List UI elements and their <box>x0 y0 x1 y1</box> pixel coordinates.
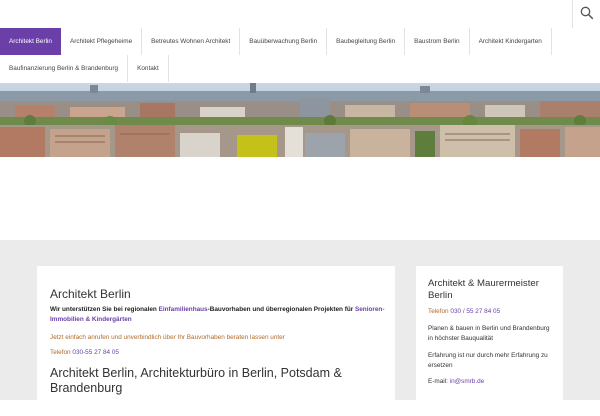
sidebar-card: Architekt & Maurermeister Berlin Telefon… <box>416 266 563 416</box>
sidebar-phone: Telefon 030 / 55 27 84 05 <box>428 308 500 315</box>
call-to-action-text: Jetzt einfach anrufen und unverbindlich … <box>50 334 285 341</box>
search-button[interactable] <box>572 0 600 28</box>
nav-row-1: Architekt Berlin Architekt Pflegeheime B… <box>0 28 565 55</box>
sidebar-title: Architekt & Maurermeister Berlin <box>428 278 539 301</box>
nav-item-baufinanzierung[interactable]: Baufinanzierung Berlin & Brandenburg <box>0 55 129 82</box>
city-panorama-image <box>0 83 600 157</box>
sidebar-text-quality: Planen & bauen in Berlin und Brandenburg… <box>428 325 550 342</box>
main-heading: Architekt Berlin, Architekturbüro in Ber… <box>50 366 342 395</box>
nav-item-architekt-pflegeheime[interactable]: Architekt Pflegeheime <box>61 28 143 55</box>
intro-pre: Wir unterstützen Sie bei regionalen <box>50 306 159 313</box>
sidebar-email: E-mail: in@smrb.de <box>428 378 484 385</box>
sidebar-phone-label: Telefon <box>428 308 449 315</box>
nav-item-architekt-berlin[interactable]: Architekt Berlin <box>0 28 61 55</box>
phone-label: Telefon <box>50 349 71 356</box>
nav-item-betreutes-wohnen[interactable]: Betreutes Wohnen Architekt <box>142 28 241 55</box>
nav-item-bauueberwachung[interactable]: Bauüberwachung Berlin <box>240 28 328 55</box>
content-area: Architekt Berlin Wir unterstützen Sie be… <box>0 240 600 416</box>
nav-item-baubegleitung[interactable]: Baubegleitung Berlin <box>327 28 406 55</box>
main-card: Architekt Berlin Wir unterstützen Sie be… <box>37 266 395 416</box>
nav-item-architekt-kindergarten[interactable]: Architekt Kindergarten <box>470 28 552 55</box>
search-icon <box>580 6 594 20</box>
intro-mid: -Bauvorhaben und überregionalen Projekte… <box>207 306 355 313</box>
site-header: Architekt Berlin Architekt Pflegeheime B… <box>0 0 600 83</box>
einfamilienhaus-link[interactable]: Einfamilienhaus <box>159 306 208 313</box>
sidebar-phone-number-link[interactable]: 030 / 55 27 84 05 <box>450 308 500 315</box>
sidebar-email-link[interactable]: in@smrb.de <box>450 378 485 385</box>
main-navigation: Architekt Berlin Architekt Pflegeheime B… <box>0 28 565 82</box>
sidebar-text-experience: Erfahrung ist nur durch mehr Erfahrung z… <box>428 352 548 369</box>
nav-item-baustrom[interactable]: Baustrom Berlin <box>405 28 470 55</box>
nav-row-2: Baufinanzierung Berlin & Brandenburg Kon… <box>0 55 565 82</box>
nav-item-kontakt[interactable]: Kontakt <box>128 55 169 82</box>
intro-text: Wir unterstützen Sie bei regionalen Einf… <box>50 305 385 325</box>
page-title: Architekt Berlin <box>50 287 131 301</box>
phone-line: Telefon 030-55 27 84 05 <box>50 349 119 356</box>
sidebar-email-label: E-mail: <box>428 378 448 385</box>
phone-number-link[interactable]: 030-55 27 84 05 <box>72 349 119 356</box>
spacer-strip <box>0 157 600 240</box>
